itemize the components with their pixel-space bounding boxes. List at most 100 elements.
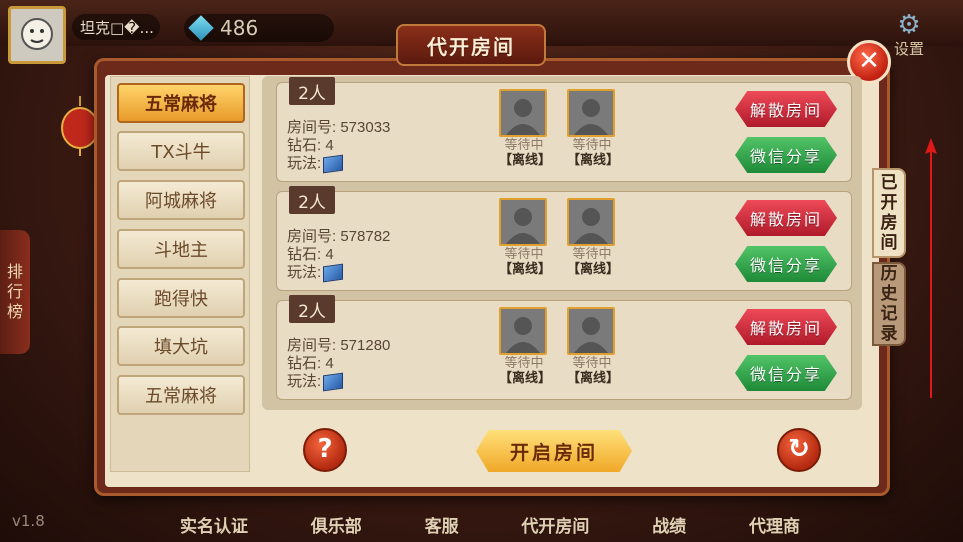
- menu-item-acheng-mahjong[interactable]: 阿城麻将: [117, 180, 245, 220]
- diamond-icon: [188, 15, 214, 41]
- tab-char: 已: [880, 173, 898, 193]
- user-avatar[interactable]: [8, 6, 66, 64]
- room-card: 2人 房间号: 573033 钻石: 4 玩法: 等待中 【离线】 等待中 【离…: [276, 77, 852, 182]
- seat-avatar: [567, 198, 615, 246]
- tab-char: 开: [880, 193, 898, 213]
- room-rules: 玩法:: [287, 372, 390, 392]
- room-rules: 玩法:: [287, 154, 390, 174]
- menu-item-doudizhu[interactable]: 斗地主: [117, 229, 245, 269]
- players-tag: 2人: [289, 77, 335, 105]
- tab-char: 间: [880, 233, 898, 253]
- scroll-up-arrow-icon: [925, 138, 937, 398]
- room-card: 2人 房间号: 578782 钻石: 4 玩法: 等待中 【离线】 等待中 【离…: [276, 186, 852, 291]
- seat-status: 【离线】: [567, 153, 620, 168]
- menu-item-wuchang-mahjong[interactable]: 五常麻将: [117, 83, 245, 123]
- seat-avatar: [567, 89, 615, 137]
- nav-club[interactable]: 俱乐部: [311, 512, 362, 542]
- menu-item-wuchang-mahjong-2[interactable]: 五常麻将: [117, 375, 245, 415]
- ranking-char: 排: [6, 262, 23, 281]
- tab-history[interactable]: 历 史 记 录: [872, 262, 906, 346]
- seat-status: 【离线】: [499, 371, 552, 386]
- players-tag: 2人: [289, 186, 335, 214]
- room-diamonds: 钻石: 4: [287, 137, 334, 154]
- nav-support[interactable]: 客服: [425, 512, 459, 542]
- room-number: 房间号: 578782: [287, 228, 391, 245]
- room-number: 房间号: 571280: [287, 337, 391, 354]
- tab-char: 历: [880, 264, 898, 284]
- room-info: 房间号: 573033 钻石: 4 玩法:: [287, 119, 391, 174]
- seat-waiting-text: 等待中: [572, 356, 612, 371]
- seat-1: 等待中 【离线】: [499, 307, 552, 387]
- wechat-share-button[interactable]: 微信分享: [735, 137, 837, 173]
- user-name: 坦克□�...: [72, 14, 160, 40]
- version-label: v1.8: [12, 512, 45, 530]
- seat-status: 【离线】: [567, 262, 620, 277]
- seat-status: 【离线】: [499, 262, 552, 277]
- person-silhouette-icon: [574, 99, 608, 135]
- settings-button[interactable]: ⚙ 设置: [884, 10, 934, 58]
- seat-status: 【离线】: [499, 153, 552, 168]
- menu-item-paodekuai[interactable]: 跑得快: [117, 278, 245, 318]
- gear-icon: ⚙: [897, 10, 921, 40]
- rules-book-icon[interactable]: [323, 263, 344, 283]
- diamond-count: 486: [220, 16, 259, 40]
- room-diamonds: 钻石: 4: [287, 246, 334, 263]
- tab-char: 录: [880, 324, 898, 344]
- seat-waiting-text: 等待中: [504, 247, 544, 262]
- person-silhouette-icon: [506, 208, 540, 244]
- wechat-share-button[interactable]: 微信分享: [735, 246, 837, 282]
- seat-avatar: [499, 307, 547, 355]
- room-rules: 玩法:: [287, 263, 390, 283]
- seat-waiting-text: 等待中: [572, 247, 612, 262]
- tab-char: 记: [880, 304, 898, 324]
- menu-item-tx-douniu[interactable]: TX斗牛: [117, 131, 245, 171]
- open-room-button[interactable]: 开启房间: [476, 430, 632, 472]
- dissolve-room-button[interactable]: 解散房间: [735, 309, 837, 345]
- rules-book-icon[interactable]: [323, 372, 344, 392]
- rules-label: 玩法:: [287, 155, 322, 172]
- nav-records[interactable]: 战绩: [652, 512, 686, 542]
- diamond-balance: 486: [184, 14, 334, 42]
- nav-real-name[interactable]: 实名认证: [180, 512, 248, 542]
- seat-avatar: [499, 198, 547, 246]
- nav-agent[interactable]: 代理商: [749, 512, 800, 542]
- room-info: 房间号: 578782 钻石: 4 玩法:: [287, 228, 391, 283]
- seat-avatar: [567, 307, 615, 355]
- settings-label: 设置: [893, 40, 924, 58]
- help-button[interactable]: ?: [303, 428, 347, 472]
- seat-waiting-text: 等待中: [504, 138, 544, 153]
- rules-book-icon[interactable]: [323, 154, 344, 174]
- menu-item-tiandakeng[interactable]: 填大坑: [117, 326, 245, 366]
- seat-2: 等待中 【离线】: [567, 307, 620, 387]
- refresh-button[interactable]: ↻: [777, 428, 821, 472]
- tab-opened-rooms[interactable]: 已 开 房 间: [872, 168, 906, 258]
- seat-1: 等待中 【离线】: [499, 89, 552, 169]
- person-silhouette-icon: [506, 317, 540, 353]
- ranking-char: 行: [6, 282, 23, 301]
- seat-waiting-text: 等待中: [504, 356, 544, 371]
- person-silhouette-icon: [506, 99, 540, 135]
- seat-2: 等待中 【离线】: [567, 89, 620, 169]
- seat-avatar: [499, 89, 547, 137]
- rules-label: 玩法:: [287, 373, 322, 390]
- ranking-char: 榜: [6, 302, 23, 321]
- seat-status: 【离线】: [567, 371, 620, 386]
- dissolve-room-button[interactable]: 解散房间: [735, 91, 837, 127]
- person-silhouette-icon: [574, 208, 608, 244]
- tab-char: 史: [880, 284, 898, 304]
- dissolve-room-button[interactable]: 解散房间: [735, 200, 837, 236]
- game-menu: 五常麻将 TX斗牛 阿城麻将 斗地主 跑得快 填大坑 五常麻将: [110, 76, 250, 472]
- wechat-share-button[interactable]: 微信分享: [735, 355, 837, 391]
- room-number: 房间号: 573033: [287, 119, 391, 136]
- room-diamonds: 钻石: 4: [287, 355, 334, 372]
- seat-1: 等待中 【离线】: [499, 198, 552, 278]
- cartoon-avatar-icon: [21, 18, 53, 50]
- tab-char: 房: [880, 213, 898, 233]
- rules-label: 玩法:: [287, 264, 322, 281]
- ranking-tab[interactable]: 排 行 榜: [0, 230, 30, 354]
- players-tag: 2人: [289, 295, 335, 323]
- dialog-title: 代开房间: [396, 24, 546, 66]
- seat-2: 等待中 【离线】: [567, 198, 620, 278]
- room-info: 房间号: 571280 钻石: 4 玩法:: [287, 337, 391, 392]
- nav-proxy-room[interactable]: 代开房间: [521, 512, 589, 542]
